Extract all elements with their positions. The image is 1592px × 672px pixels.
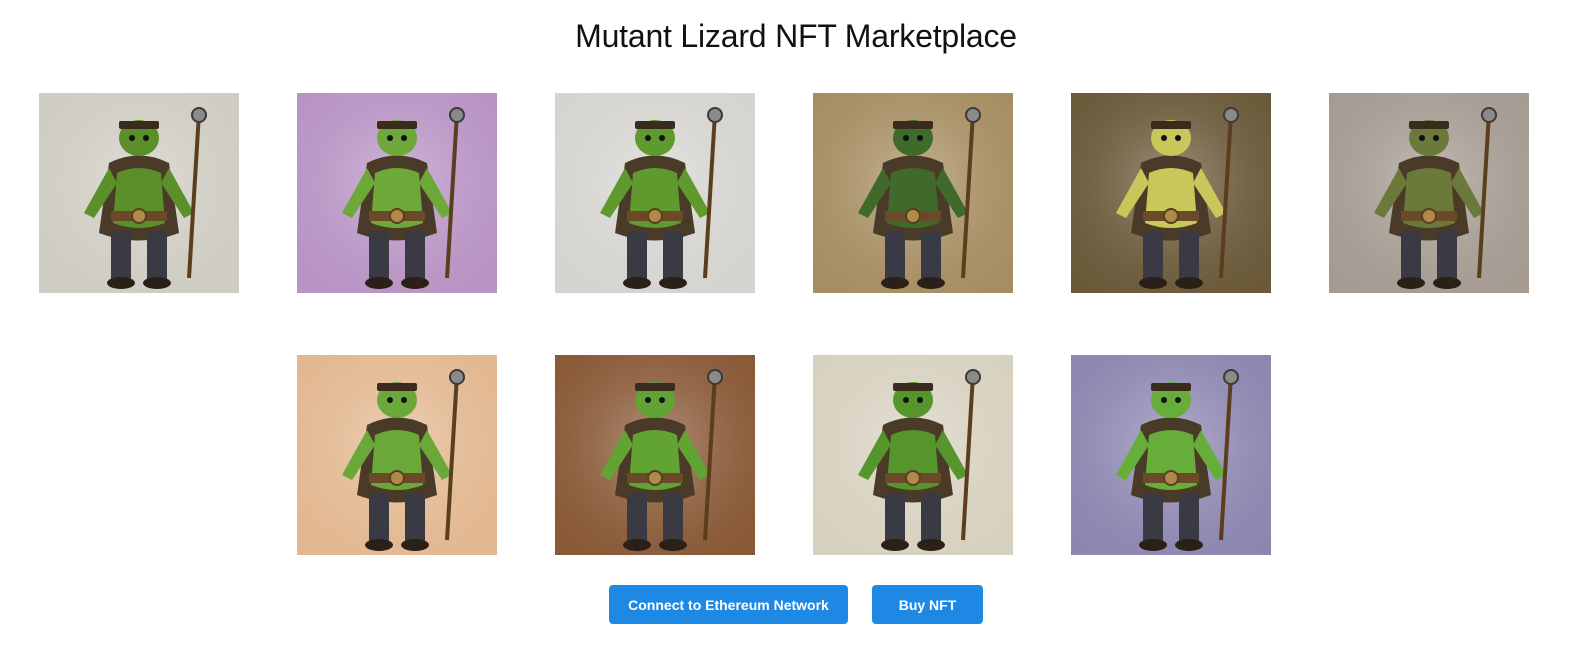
nft-card[interactable] (813, 355, 1013, 555)
lizard-trio-nft-image (297, 355, 497, 555)
nft-card[interactable] (1329, 93, 1529, 293)
gallery-row-1 (39, 93, 1555, 293)
lizard-blacksmith-nft-image (1329, 93, 1529, 293)
nft-card[interactable] (1071, 355, 1271, 555)
lizard-mechanic-nft-image (1071, 93, 1271, 293)
lizard-adventurer-nft-image (297, 93, 497, 293)
marketplace-page: Mutant Lizard NFT Marketplace Connect to… (0, 0, 1592, 672)
lizard-gladiator-nft-image (813, 355, 1013, 555)
nft-card[interactable] (1071, 93, 1271, 293)
connect-ethereum-button[interactable]: Connect to Ethereum Network (609, 585, 848, 624)
action-bar: Connect to Ethereum Network Buy NFT (0, 585, 1592, 625)
nft-card[interactable] (555, 355, 755, 555)
gallery-row-2 (39, 355, 1555, 555)
lizard-swordsman-nft-image (555, 93, 755, 293)
nft-card[interactable] (297, 355, 497, 555)
buy-nft-button[interactable]: Buy NFT (872, 585, 983, 624)
lizard-warrior-nft-image (39, 93, 239, 293)
nft-card[interactable] (555, 93, 755, 293)
lizard-archer-nft-image (813, 93, 1013, 293)
nft-card[interactable] (297, 93, 497, 293)
page-title: Mutant Lizard NFT Marketplace (575, 18, 1017, 54)
nft-card[interactable] (39, 93, 239, 293)
nft-card[interactable] (813, 93, 1013, 293)
lizard-engineer-nft-image (1071, 355, 1271, 555)
lizard-scout-nft-image (555, 355, 755, 555)
